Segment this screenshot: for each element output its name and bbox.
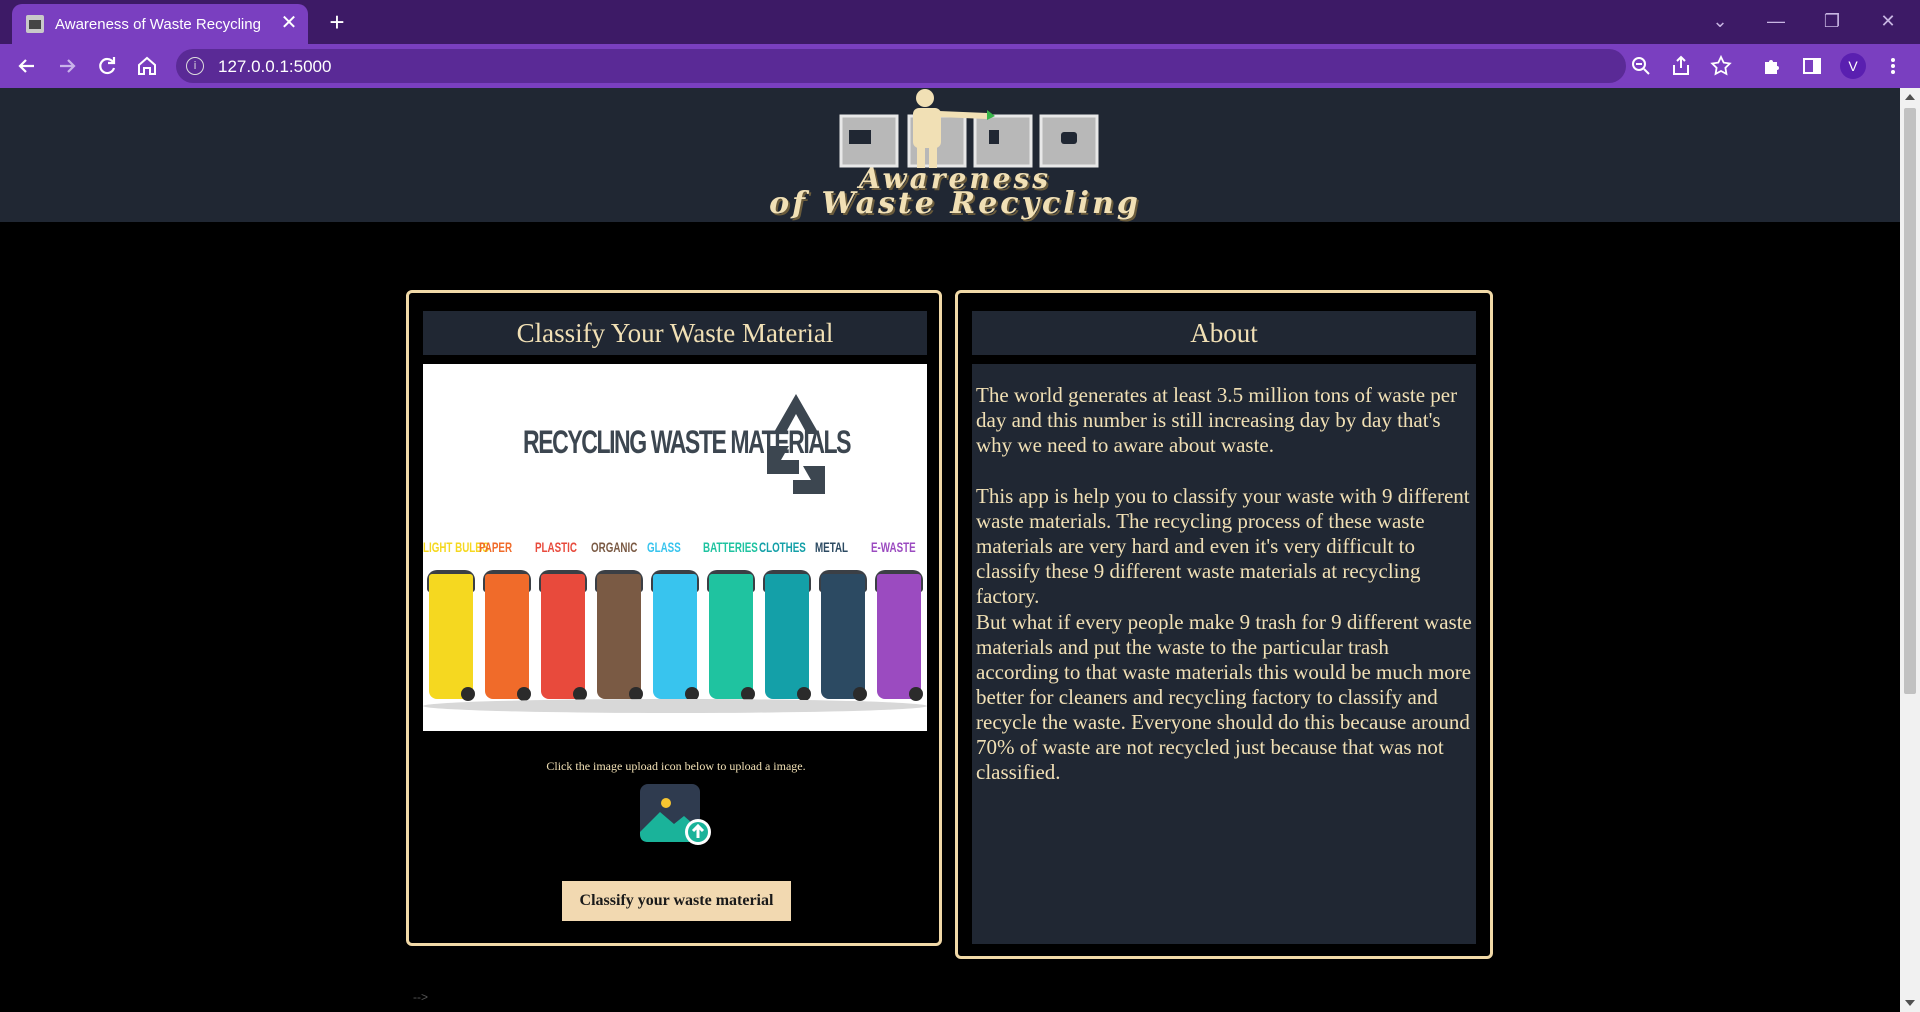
about-panel: About The world generates at least 3.5 m… bbox=[955, 290, 1493, 959]
back-arrow-icon[interactable] bbox=[14, 53, 40, 79]
close-window-button[interactable]: ✕ bbox=[1866, 6, 1910, 36]
restore-button[interactable]: ❐ bbox=[1810, 6, 1854, 36]
bin-label: ORGANIC bbox=[591, 539, 638, 555]
bookmark-star-icon[interactable] bbox=[1709, 54, 1733, 78]
bin-label: BATTERIES bbox=[703, 539, 758, 555]
side-panel-icon[interactable] bbox=[1799, 53, 1825, 79]
page-viewport: Awareness of Waste Recycling Classify Yo… bbox=[0, 88, 1900, 1012]
reload-icon[interactable] bbox=[94, 53, 120, 79]
new-tab-button[interactable]: + bbox=[322, 7, 352, 37]
about-paragraph-2: This app is help you to classify your wa… bbox=[976, 484, 1470, 608]
bin-wheel bbox=[797, 687, 811, 701]
minimize-button[interactable]: — bbox=[1754, 6, 1798, 36]
waste-bin bbox=[597, 574, 641, 699]
about-paragraph-1: The world generates at least 3.5 million… bbox=[976, 383, 1458, 457]
waste-bin bbox=[485, 574, 529, 699]
bin-wheel bbox=[517, 687, 531, 701]
waste-bin bbox=[653, 574, 697, 699]
forward-arrow-icon[interactable] bbox=[54, 53, 80, 79]
waste-bin bbox=[877, 574, 921, 699]
about-text-box: The world generates at least 3.5 million… bbox=[972, 364, 1476, 944]
bin-label: GLASS bbox=[647, 539, 681, 555]
about-panel-title: About bbox=[972, 311, 1476, 355]
image-upload-icon[interactable] bbox=[638, 782, 711, 845]
upload-hint-text: Click the image upload icon below to upl… bbox=[546, 759, 806, 773]
bin-wheel bbox=[461, 687, 475, 701]
bin-label: CLOTHES bbox=[759, 539, 806, 555]
zoom-icon[interactable] bbox=[1629, 54, 1653, 78]
waste-bin bbox=[765, 574, 809, 699]
stray-comment-text: --> bbox=[413, 990, 428, 1004]
bin-wheel bbox=[853, 687, 867, 701]
browser-menu-icon[interactable] bbox=[1880, 53, 1906, 79]
scrollbar-thumb[interactable] bbox=[1904, 108, 1916, 694]
logo-title-line2: of Waste Recycling bbox=[769, 186, 1141, 221]
recycle-symbol-icon bbox=[767, 394, 825, 494]
bins-shadow bbox=[423, 699, 927, 713]
scroll-up-arrow-icon[interactable] bbox=[1905, 94, 1915, 100]
classify-panel: Classify Your Waste Material RECYCLING W… bbox=[406, 290, 942, 946]
share-icon[interactable] bbox=[1669, 54, 1693, 78]
about-paragraph-3: But what if every people make 9 trash fo… bbox=[976, 610, 1472, 784]
browser-titlebar: Awareness of Waste Recycling ✕ + ⌄ — ❐ ✕ bbox=[0, 0, 1920, 44]
recycling-waste-materials-image: RECYCLING WASTE MATERIALS LIGHT BULBS PAP… bbox=[423, 364, 927, 731]
home-icon[interactable] bbox=[134, 53, 160, 79]
waste-bin bbox=[821, 574, 865, 699]
bin-label: PLASTIC bbox=[535, 539, 577, 555]
address-url[interactable]: 127.0.0.1:5000 bbox=[218, 57, 331, 77]
bin-label: E-WASTE bbox=[871, 539, 916, 555]
scroll-down-arrow-icon[interactable] bbox=[1905, 1000, 1915, 1006]
extensions-puzzle-icon[interactable] bbox=[1759, 53, 1785, 79]
classify-panel-title: Classify Your Waste Material bbox=[423, 311, 927, 355]
site-favicon-icon bbox=[26, 15, 44, 33]
profile-avatar[interactable]: V bbox=[1840, 53, 1866, 79]
recycling-person-logo-icon bbox=[839, 89, 1099, 168]
classify-button[interactable]: Classify your waste material bbox=[562, 881, 791, 921]
tab-title: Awareness of Waste Recycling bbox=[55, 16, 261, 33]
tab-search-chevron-icon[interactable]: ⌄ bbox=[1698, 6, 1742, 36]
bin-wheel bbox=[909, 687, 923, 701]
browser-tab-active[interactable]: Awareness of Waste Recycling ✕ bbox=[12, 4, 308, 44]
waste-bin bbox=[541, 574, 585, 699]
page-scrollbar[interactable] bbox=[1900, 88, 1920, 1012]
bin-label: PAPER bbox=[479, 539, 513, 555]
waste-bin bbox=[429, 574, 473, 699]
site-info-icon[interactable]: i bbox=[186, 57, 204, 75]
address-bar[interactable]: i 127.0.0.1:5000 bbox=[176, 49, 1732, 83]
bin-label: METAL bbox=[815, 539, 849, 555]
site-logo: Awareness of Waste Recycling bbox=[725, 88, 1185, 222]
waste-bin bbox=[709, 574, 753, 699]
browser-toolbar: i 127.0.0.1:5000 V bbox=[0, 44, 1920, 88]
site-header: Awareness of Waste Recycling bbox=[0, 88, 1900, 222]
tab-close-icon[interactable]: ✕ bbox=[278, 12, 300, 34]
